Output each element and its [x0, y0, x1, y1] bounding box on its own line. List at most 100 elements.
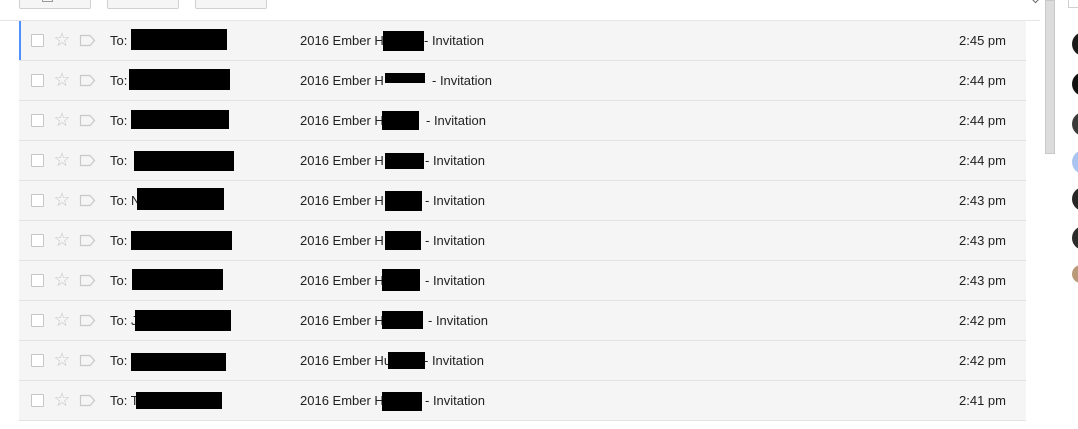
checkbox-icon[interactable]	[31, 74, 44, 87]
message-row[interactable]: ☆ To: N 2016 Ember H - Invitation 2:43 pm	[19, 181, 1026, 221]
redaction-bar	[131, 29, 227, 50]
label-icon[interactable]	[79, 234, 96, 247]
star-icon[interactable]: ☆	[52, 349, 72, 371]
redaction-bar	[385, 153, 424, 169]
chat-avatar[interactable]	[1072, 32, 1078, 56]
label-icon[interactable]	[79, 154, 96, 167]
scrollbar[interactable]	[1044, 0, 1056, 429]
subject-suffix-text: - Invitation	[424, 353, 484, 368]
star-icon[interactable]: ☆	[52, 309, 72, 331]
message-row[interactable]: ☆ To: 2016 Ember H - Invitation 2:44 pm	[19, 101, 1026, 141]
chat-avatar[interactable]	[1072, 112, 1078, 136]
star-icon[interactable]: ☆	[52, 29, 72, 51]
subject-suffix-text: - Invitation	[425, 273, 485, 288]
checkbox-icon[interactable]	[31, 194, 44, 207]
subject-suffix-text: - Invitation	[428, 313, 488, 328]
redaction-bar	[129, 69, 230, 90]
label-icon[interactable]	[79, 354, 96, 367]
chat-avatar[interactable]	[1072, 265, 1078, 283]
more-button[interactable]	[195, 0, 267, 9]
redaction-bar	[385, 231, 421, 250]
timestamp: 2:44 pm	[959, 113, 1006, 128]
timestamp: 2:43 pm	[959, 233, 1006, 248]
subject-text: 2016 Ember H	[300, 193, 384, 208]
checkbox-icon	[42, 0, 53, 2]
checkbox-icon[interactable]	[31, 114, 44, 127]
message-row[interactable]: ☆ To: 2016 Ember H - Invitation 2:44 pm	[19, 61, 1026, 101]
redaction-bar	[388, 352, 425, 369]
subject-suffix-text: - Invitation	[425, 153, 485, 168]
recipient-label: To: N	[110, 193, 141, 208]
message-row[interactable]: ☆ To: 2016 Ember H - Invitation 2:43 pm	[19, 221, 1026, 261]
star-icon[interactable]: ☆	[52, 389, 72, 411]
label-icon[interactable]	[79, 274, 96, 287]
select-all-button[interactable]	[19, 0, 91, 9]
timestamp: 2:44 pm	[959, 153, 1006, 168]
chevron-icon[interactable]	[1027, 0, 1044, 4]
subject-suffix-text: - Invitation	[425, 233, 485, 248]
redaction-bar	[135, 310, 231, 331]
checkbox-icon[interactable]	[31, 34, 44, 47]
mail-window: ☆ To: 2016 Ember H - Invitation 2:45 pm ☆ To: 2…	[0, 0, 1078, 429]
redaction-bar	[382, 392, 422, 411]
redaction-bar	[383, 31, 424, 51]
subject-text: 2016 Ember H	[300, 273, 384, 288]
checkbox-icon[interactable]	[31, 234, 44, 247]
star-icon[interactable]: ☆	[52, 69, 72, 91]
chat-avatar[interactable]	[1072, 150, 1078, 174]
subject-suffix-text: - Invitation	[432, 73, 492, 88]
scrollbar-thumb[interactable]	[1045, 0, 1055, 154]
recipient-label: To:	[110, 233, 128, 248]
subject-text: 2016 Ember H	[300, 233, 384, 248]
label-icon[interactable]	[79, 114, 96, 127]
message-row[interactable]: ☆ To: 2016 Ember H - Invitation 2:45 pm	[19, 21, 1026, 61]
star-icon[interactable]: ☆	[52, 149, 72, 171]
timestamp: 2:42 pm	[959, 313, 1006, 328]
redaction-bar	[385, 191, 422, 211]
redaction-bar	[382, 269, 420, 291]
redaction-bar	[131, 353, 226, 371]
checkbox-icon[interactable]	[31, 354, 44, 367]
label-icon[interactable]	[79, 314, 96, 327]
subject-suffix-text: - Invitation	[426, 113, 486, 128]
redaction-bar	[134, 151, 234, 171]
chat-avatar[interactable]	[1072, 72, 1078, 96]
message-row[interactable]: ☆ To: 2016 Ember Hu - Invitation 2:42 pm	[19, 341, 1026, 381]
subject-text: 2016 Ember Hu	[300, 353, 392, 368]
subject-text: 2016 Ember H	[300, 393, 384, 408]
checkbox-icon[interactable]	[31, 394, 44, 407]
toolbar	[0, 0, 1078, 21]
message-row[interactable]: ☆ To: 2016 Ember H - Invitation 2:44 pm	[19, 141, 1026, 181]
subject-suffix-text: - Invitation	[424, 33, 484, 48]
star-icon[interactable]: ☆	[52, 229, 72, 251]
subject-suffix-text: - Invitation	[425, 393, 485, 408]
timestamp: 2:45 pm	[959, 33, 1006, 48]
subject-text: 2016 Ember H	[300, 33, 384, 48]
recipient-label: To:	[110, 273, 128, 288]
subject-text: 2016 Ember H	[300, 113, 384, 128]
chat-avatar[interactable]	[1072, 187, 1078, 211]
checkbox-icon[interactable]	[31, 314, 44, 327]
subject-text: 2016 Ember H	[300, 73, 384, 88]
redaction-bar	[131, 110, 229, 129]
subject-suffix-text: - Invitation	[425, 193, 485, 208]
checkbox-icon[interactable]	[31, 274, 44, 287]
recipient-label: To:	[110, 153, 128, 168]
label-icon[interactable]	[79, 194, 96, 207]
redaction-bar	[137, 188, 224, 210]
star-icon[interactable]: ☆	[52, 109, 72, 131]
chat-avatar[interactable]	[1072, 226, 1078, 250]
redaction-bar	[382, 311, 423, 329]
redaction-bar	[131, 231, 232, 250]
message-row[interactable]: ☆ To: T 2016 Ember H - Invitation 2:41 pm	[19, 381, 1026, 421]
label-icon[interactable]	[79, 34, 96, 47]
refresh-button[interactable]	[107, 0, 179, 9]
message-row[interactable]: ☆ To: J 2016 Ember H - Invitation 2:42 pm	[19, 301, 1026, 341]
label-icon[interactable]	[79, 394, 96, 407]
label-icon[interactable]	[79, 74, 96, 87]
message-row[interactable]: ☆ To: 2016 Ember H - Invitation 2:43 pm	[19, 261, 1026, 301]
star-icon[interactable]: ☆	[52, 269, 72, 291]
checkbox-icon[interactable]	[31, 154, 44, 167]
redaction-bar	[136, 392, 222, 409]
star-icon[interactable]: ☆	[52, 189, 72, 211]
